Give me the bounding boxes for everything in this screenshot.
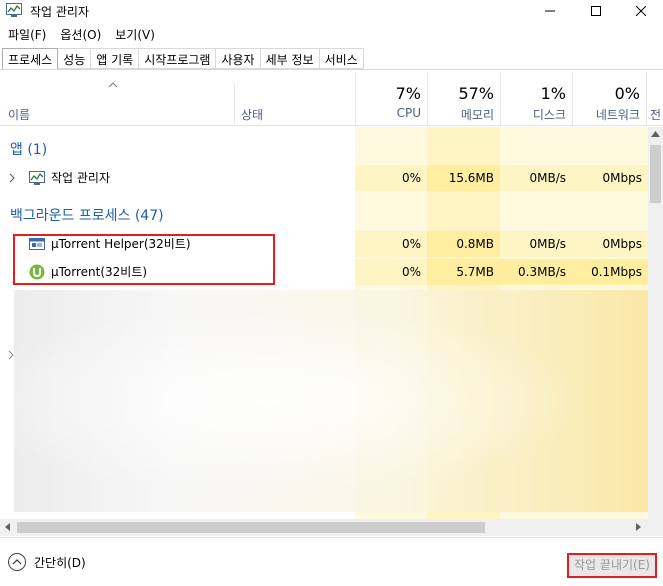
header-power[interactable]: 전 xyxy=(646,72,663,126)
scroll-up-icon[interactable] xyxy=(651,131,660,137)
header-power-label: 전 xyxy=(649,108,661,122)
header-network[interactable]: 0% 네트워크 xyxy=(572,72,646,126)
header-memory[interactable]: 57% 메모리 xyxy=(427,72,500,126)
menu-view[interactable]: 보기(V) xyxy=(107,24,155,44)
tab-services[interactable]: 서비스 xyxy=(319,48,364,69)
tab-startup[interactable]: 시작프로그램 xyxy=(139,48,217,69)
chevron-right-icon[interactable] xyxy=(9,173,15,183)
task-manager-app-icon xyxy=(6,3,22,17)
group-background: 백그라운드 프로세스 (47) xyxy=(10,208,164,224)
scroll-right-icon[interactable] xyxy=(633,522,643,532)
minimize-icon xyxy=(545,10,555,12)
minimize-button[interactable] xyxy=(528,0,572,22)
table-row[interactable]: 작업 관리자 0% 15.6MB 0MB/s 0Mbps xyxy=(0,165,648,191)
header-cpu[interactable]: 7% CPU xyxy=(355,72,427,126)
menu-options[interactable]: 옵션(O) xyxy=(52,24,101,44)
fewer-details-label: 간단히(D) xyxy=(34,555,86,570)
cpu-value: 0% xyxy=(355,165,427,191)
header-memory-label: 메모리 xyxy=(460,108,494,122)
menu-bar: 파일(F) 옵션(O) 보기(V) xyxy=(0,24,161,44)
cpu-value: 0% xyxy=(355,231,427,257)
header-disk-label: 디스크 xyxy=(532,108,566,122)
scroll-left-icon[interactable] xyxy=(3,522,13,532)
tab-users[interactable]: 사용자 xyxy=(216,48,261,69)
task-manager-window: 작업 관리자 파일(F) 옵션(O) 보기(V) 프로세스 성능 앱 기록 시작… xyxy=(0,0,663,586)
footer: 간단히(D) 작업 끝내기(E) xyxy=(0,537,663,586)
tab-strip: 프로세스 성능 앱 기록 시작프로그램 사용자 세부 정보 서비스 xyxy=(2,48,364,70)
horizontal-scrollbar[interactable] xyxy=(0,519,648,536)
network-value: 0Mbps xyxy=(572,165,648,191)
sort-arrow-icon[interactable] xyxy=(108,82,118,88)
maximize-icon xyxy=(591,6,601,16)
horizontal-scroll-thumb[interactable] xyxy=(17,522,485,533)
header-name[interactable]: 이름 xyxy=(8,106,30,123)
network-value: 0.1Mbps xyxy=(572,259,648,285)
header-memory-percent: 57% xyxy=(458,84,494,103)
memory-value: 5.7MB xyxy=(427,259,500,285)
window-title: 작업 관리자 xyxy=(30,5,90,19)
disk-value: 0MB/s xyxy=(500,165,572,191)
maximize-button[interactable] xyxy=(574,0,618,22)
vertical-scroll-thumb[interactable] xyxy=(650,145,661,203)
close-button[interactable] xyxy=(619,0,663,22)
vertical-scrollbar[interactable] xyxy=(648,127,663,519)
tab-divider xyxy=(0,69,663,70)
header-network-label: 네트워크 xyxy=(595,108,640,122)
header-disk[interactable]: 1% 디스크 xyxy=(500,72,572,126)
group-apps: 앱 (1) xyxy=(10,142,48,158)
task-manager-icon xyxy=(29,170,45,186)
header-status[interactable]: 상태 xyxy=(241,106,263,123)
cpu-value: 0% xyxy=(355,259,427,285)
column-header: 이름 상태 7% CPU 57% 메모리 1% 디스크 0% 네트워크 전 xyxy=(0,72,663,126)
highlight-box xyxy=(13,234,275,285)
memory-value: 15.6MB xyxy=(427,165,500,191)
header-disk-percent: 1% xyxy=(540,84,566,103)
blurred-region xyxy=(14,290,648,512)
chevron-up-icon xyxy=(8,553,26,571)
disk-value: 0.3MB/s xyxy=(500,259,572,285)
header-cpu-label: CPU xyxy=(396,106,421,120)
title-bar: 작업 관리자 xyxy=(0,0,663,22)
disk-value: 0MB/s xyxy=(500,231,572,257)
tab-details[interactable]: 세부 정보 xyxy=(260,48,320,69)
blur-overlay xyxy=(14,290,648,512)
menu-file[interactable]: 파일(F) xyxy=(0,24,46,44)
tab-app-history[interactable]: 앱 기록 xyxy=(91,48,140,69)
scrollbar-corner xyxy=(648,519,663,536)
tab-processes[interactable]: 프로세스 xyxy=(2,48,59,70)
fewer-details-button[interactable]: 간단히(D) xyxy=(8,553,86,571)
header-network-percent: 0% xyxy=(614,84,640,103)
memory-value: 0.8MB xyxy=(427,231,500,257)
header-divider xyxy=(234,84,235,124)
header-cpu-percent: 7% xyxy=(395,84,421,103)
network-value: 0Mbps xyxy=(572,231,648,257)
close-icon xyxy=(636,6,646,16)
process-name: 작업 관리자 xyxy=(51,171,111,185)
end-task-button[interactable]: 작업 끝내기(E) xyxy=(567,553,657,578)
tab-performance[interactable]: 성능 xyxy=(58,48,92,69)
